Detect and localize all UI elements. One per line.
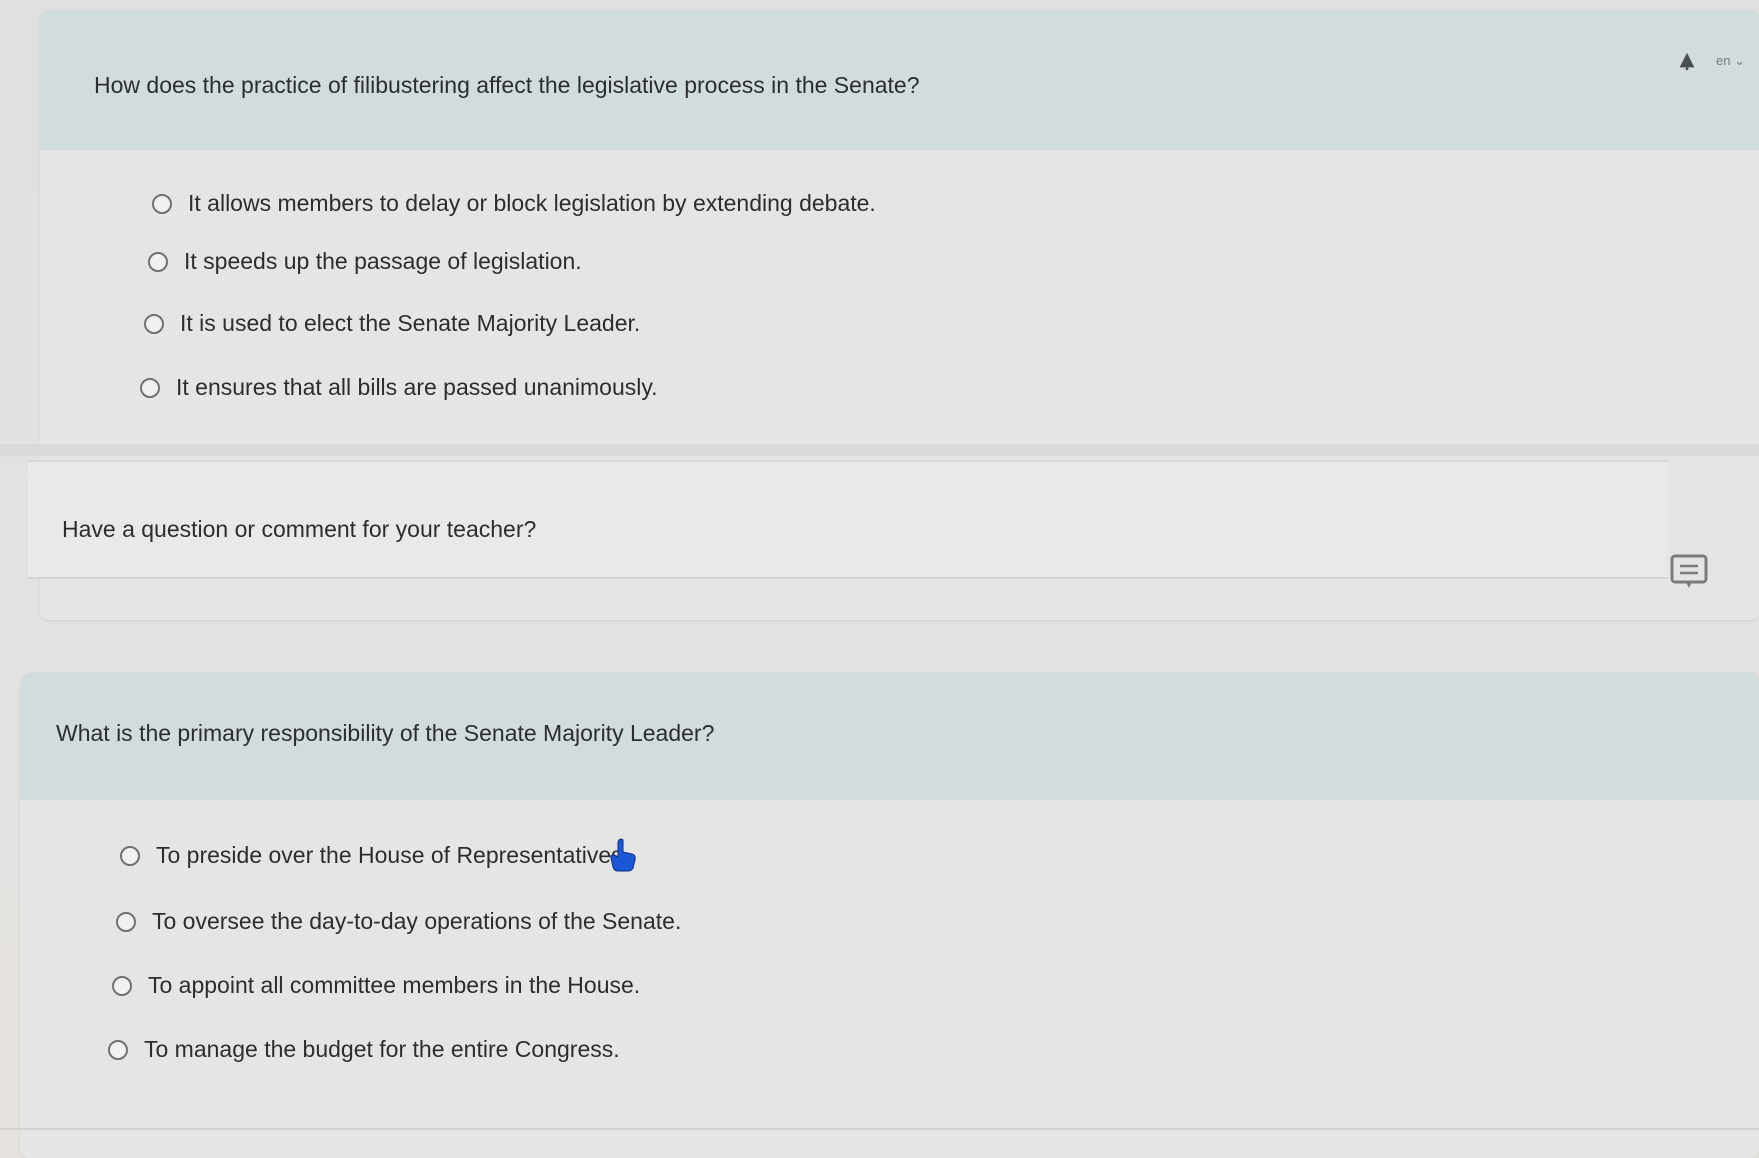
comment-icon[interactable] [1668, 552, 1710, 592]
question-text-1: How does the practice of filibustering a… [94, 72, 920, 98]
option-label: To appoint all committee members in the … [148, 972, 641, 998]
option-label: It ensures that all bills are passed una… [176, 374, 658, 400]
radio-button[interactable] [108, 1039, 128, 1060]
radio-button[interactable] [112, 975, 132, 996]
question1-option-4[interactable]: It ensures that all bills are passed una… [140, 374, 658, 401]
language-label: en [1716, 53, 1731, 68]
radio-button[interactable] [120, 845, 140, 866]
question1-option-2[interactable]: It speeds up the passage of legislation. [148, 248, 582, 275]
option-label: It is used to elect the Senate Majority … [180, 310, 641, 336]
question-header-1: How does the practice of filibustering a… [40, 10, 1759, 150]
radio-button[interactable] [140, 377, 160, 398]
option-label: To oversee the day-to-day operations of … [152, 908, 682, 934]
question2-option-3[interactable]: To appoint all committee members in the … [112, 972, 640, 999]
question2-option-1[interactable]: To preside over the House of Representat… [120, 842, 629, 869]
question1-option-1[interactable]: It allows members to delay or block legi… [152, 190, 876, 217]
question1-option-3[interactable]: It is used to elect the Senate Majority … [144, 310, 640, 337]
chevron-down-icon: ⌄ [1734, 53, 1745, 68]
hand-pointer-icon [610, 838, 636, 872]
radio-button[interactable] [116, 911, 136, 932]
radio-button[interactable] [152, 193, 172, 214]
question-header-2: What is the primary responsibility of th… [20, 672, 1759, 800]
question2-option-4[interactable]: To manage the budget for the entire Cong… [108, 1036, 620, 1063]
radio-button[interactable] [148, 251, 168, 272]
bell-icon[interactable] [1676, 50, 1698, 72]
radio-button[interactable] [144, 313, 164, 334]
comment-label: Have a question or comment for your teac… [62, 516, 537, 542]
language-menu[interactable]: en ⌄ [1716, 53, 1745, 69]
option-label: It speeds up the passage of legislation. [184, 248, 582, 274]
bottom-divider [0, 1128, 1759, 1130]
page: How does the practice of filibustering a… [0, 0, 1759, 1158]
question-text-2: What is the primary responsibility of th… [56, 720, 715, 746]
option-label: To manage the budget for the entire Cong… [144, 1036, 620, 1062]
option-label: It allows members to delay or block legi… [188, 190, 876, 216]
question2-option-2[interactable]: To oversee the day-to-day operations of … [116, 908, 681, 935]
option-label: To preside over the House of Representat… [156, 842, 630, 868]
header-tools: en ⌄ [1676, 50, 1745, 72]
section-divider [0, 444, 1759, 456]
